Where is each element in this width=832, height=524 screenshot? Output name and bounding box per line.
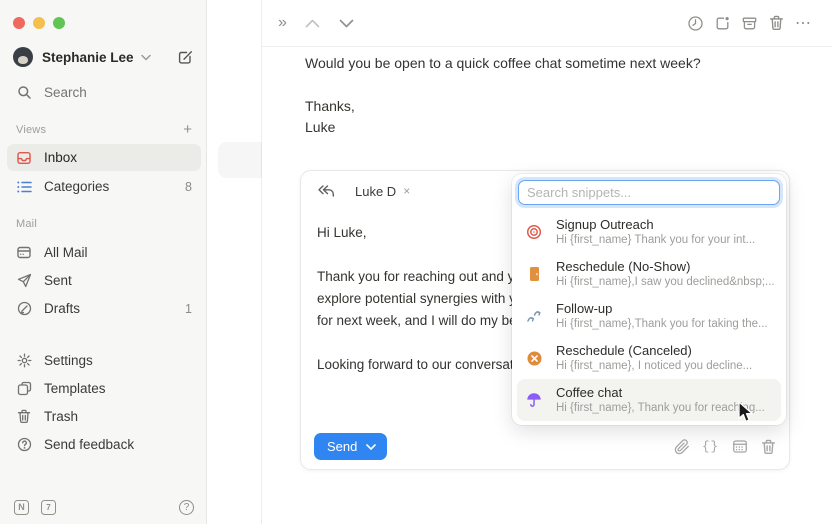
item-count: 1 — [185, 302, 192, 316]
snippet-preview: Hi {first_name},Thank you for taking the… — [556, 317, 768, 331]
email-closing: Thanks, — [305, 96, 701, 118]
account-name: Stephanie Lee — [42, 50, 134, 65]
sidebar-item-templates[interactable]: Templates — [7, 375, 201, 402]
compose-icon[interactable] — [177, 49, 194, 66]
zoom-window-button[interactable] — [53, 17, 65, 29]
sidebar-item-all-mail[interactable]: All Mail — [7, 239, 201, 266]
snippet-title: Reschedule (Canceled) — [556, 343, 752, 359]
thread-toolbar: » — [262, 0, 832, 47]
sidebar-item-drafts[interactable]: Drafts 1 — [7, 295, 201, 322]
target-icon — [525, 223, 543, 241]
email-text-line: Would you be open to a quick coffee chat… — [305, 53, 701, 75]
door-icon — [525, 265, 543, 283]
expand-pane-icon[interactable]: » — [278, 14, 287, 32]
compose-footer: Send {} — [314, 433, 777, 460]
snippet-item-reschedule-canceled[interactable]: Reschedule (Canceled) Hi {first_name}, I… — [517, 337, 781, 379]
snippets-popover: Signup Outreach Hi {first_name} Thank yo… — [512, 174, 786, 425]
snippet-title: Coffee chat — [556, 385, 765, 401]
snippet-search-input[interactable] — [518, 180, 780, 205]
snippet-list: Signup Outreach Hi {first_name} Thank yo… — [512, 209, 786, 426]
sidebar-item-label: Trash — [44, 409, 78, 424]
avatar — [13, 47, 33, 67]
snippet-item-follow-up[interactable]: Follow-up Hi {first_name},Thank you for … — [517, 295, 781, 337]
umbrella-icon — [525, 391, 543, 409]
sidebar-item-label: Sent — [44, 273, 72, 288]
cancel-circle-icon — [525, 349, 543, 367]
trash-icon[interactable] — [768, 15, 785, 32]
email-signature: Luke — [305, 117, 701, 139]
window-controls — [13, 17, 65, 29]
drafts-icon — [16, 301, 32, 317]
app-window: { "colors": { "traffic_red": "#ee6a5f", … — [0, 0, 832, 524]
views-section-label: Views — [16, 124, 46, 136]
email-body: Would you be open to a quick coffee chat… — [305, 53, 701, 139]
calendar-icon[interactable] — [731, 438, 748, 455]
sidebar-item-inbox[interactable]: Inbox — [7, 144, 201, 171]
reply-all-icon[interactable] — [317, 184, 335, 198]
help-circle-icon — [16, 437, 32, 453]
account-switcher[interactable]: Stephanie Lee — [13, 44, 194, 70]
sidebar-item-label: All Mail — [44, 245, 88, 260]
notion-icon[interactable]: N — [14, 500, 29, 515]
snippet-item-signup-outreach[interactable]: Signup Outreach Hi {first_name} Thank yo… — [517, 211, 781, 253]
snippet-item-reschedule-no-show[interactable]: Reschedule (No-Show) Hi {first_name},I s… — [517, 253, 781, 295]
snippet-title: Signup Outreach — [556, 217, 755, 233]
help-icon[interactable]: ? — [179, 500, 194, 515]
remove-recipient-icon[interactable]: × — [403, 184, 410, 198]
templates-icon — [16, 381, 32, 397]
gear-icon — [16, 353, 32, 369]
send-label: Send — [327, 439, 357, 454]
close-window-button[interactable] — [13, 17, 25, 29]
sidebar-item-label: Templates — [44, 381, 106, 396]
next-thread-icon[interactable] — [338, 15, 355, 32]
recipient-chip[interactable]: Luke D × — [355, 184, 410, 199]
add-view-button[interactable]: + — [183, 122, 192, 137]
sidebar-item-label: Drafts — [44, 301, 80, 316]
sidebar-item-sent[interactable]: Sent — [7, 267, 201, 294]
snippet-title: Reschedule (No-Show) — [556, 259, 773, 275]
all-mail-icon — [16, 245, 32, 261]
follow-up-arrows-icon — [525, 307, 543, 325]
archive-icon[interactable] — [741, 15, 758, 32]
search-button[interactable]: Search — [7, 79, 201, 106]
previous-thread-icon[interactable] — [304, 15, 321, 32]
sidebar-item-categories[interactable]: Categories 8 — [7, 173, 201, 200]
calendar-app-icon[interactable]: 7 — [41, 500, 56, 515]
more-options-icon[interactable]: ⋯ — [795, 13, 812, 33]
mail-section-label: Mail — [16, 218, 37, 230]
recipient-name: Luke D — [355, 184, 396, 199]
snooze-icon[interactable] — [687, 15, 704, 32]
snippet-preview: Hi {first_name} Thank you for your int..… — [556, 233, 755, 247]
sidebar-item-label: Send feedback — [44, 437, 134, 452]
discard-draft-icon[interactable] — [760, 438, 777, 455]
sidebar-item-label: Settings — [44, 353, 93, 368]
snippet-preview: Hi {first_name}, Thank you for reaching.… — [556, 401, 765, 415]
item-count: 8 — [185, 180, 192, 194]
sidebar-footer: N 7 ? — [14, 499, 194, 515]
open-as-page-icon[interactable] — [714, 15, 731, 32]
variables-icon[interactable]: {} — [702, 438, 719, 455]
search-icon — [16, 85, 32, 101]
sidebar-item-label: Categories — [44, 179, 109, 194]
sidebar: Stephanie Lee Search Views + Inbox — [0, 0, 207, 524]
snippet-preview: Hi {first_name},I saw you declined&nbsp;… — [556, 275, 773, 289]
sidebar-item-settings[interactable]: Settings — [7, 347, 201, 374]
search-label: Search — [44, 85, 87, 100]
trash-icon — [16, 409, 32, 425]
snippet-preview: Hi {first_name}, I noticed you decline..… — [556, 359, 752, 373]
categories-icon — [16, 179, 32, 195]
minimize-window-button[interactable] — [33, 17, 45, 29]
sidebar-item-trash[interactable]: Trash — [7, 403, 201, 430]
collapsed-list-pane — [208, 0, 262, 524]
sent-icon — [16, 273, 32, 289]
sidebar-item-send-feedback[interactable]: Send feedback — [7, 431, 201, 458]
sidebar-item-label: Inbox — [44, 150, 77, 165]
mouse-cursor — [737, 401, 755, 424]
send-options-chevron-icon — [366, 444, 376, 450]
inbox-icon — [16, 150, 32, 166]
attachment-icon[interactable] — [673, 438, 690, 455]
snippet-title: Follow-up — [556, 301, 768, 317]
send-button[interactable]: Send — [314, 433, 387, 460]
chevron-down-icon — [141, 54, 151, 61]
